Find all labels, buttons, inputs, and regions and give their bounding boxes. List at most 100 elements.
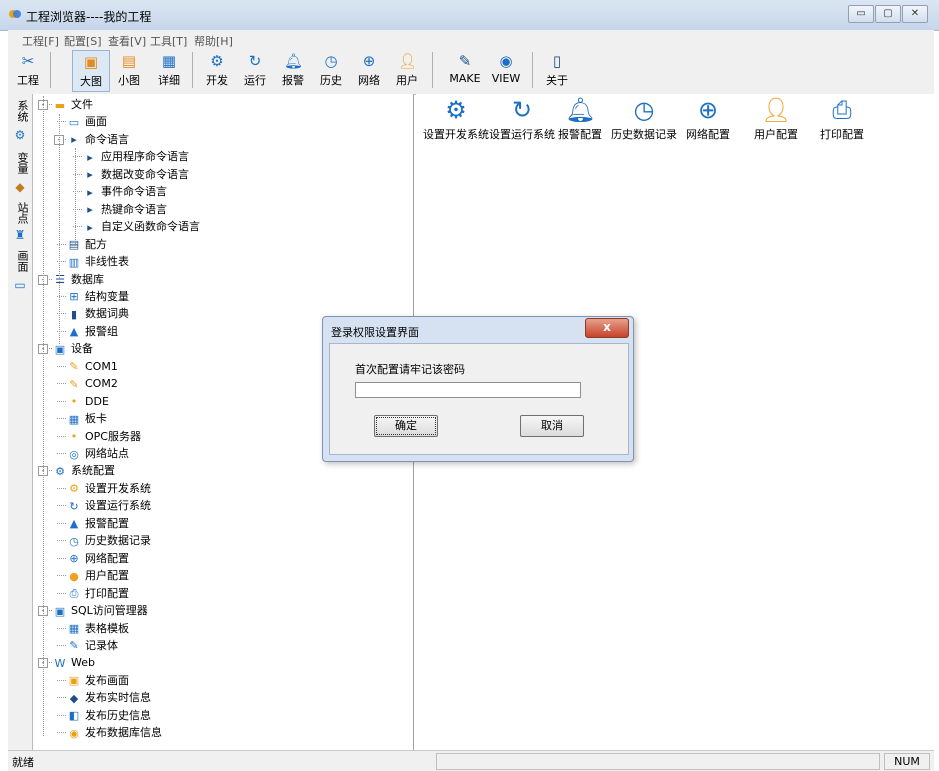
command-icon: ▸ <box>87 185 93 199</box>
tree-item[interactable]: ▸ 应用程序命令语言 <box>83 148 189 165</box>
close-window-button[interactable]: ✕ <box>902 5 928 23</box>
tree-item[interactable]: ▭ 画面 <box>67 113 107 130</box>
tree-connector <box>57 487 66 489</box>
tree-item-label: SQL访问管理器 <box>71 604 148 618</box>
toolbar-network-button[interactable]: ⊕ 网络 <box>354 50 384 90</box>
database-icon: ☰ <box>55 273 65 286</box>
tree-item[interactable]: ⊞ 结构变量 <box>67 288 129 305</box>
tree-item[interactable]: ✎ COM2 <box>67 375 117 392</box>
toolbar-view-button[interactable]: ◉ VIEW <box>488 50 524 90</box>
struct-icon: ⊞ <box>69 290 79 304</box>
tree-item[interactable]: ◷ 历史数据记录 <box>67 532 151 549</box>
tree-item-label: 数据库 <box>71 272 104 286</box>
tree-item[interactable]: ▣ 发布画面 <box>67 672 129 689</box>
toolbar-separator <box>50 52 51 88</box>
minimize-button[interactable]: ▭ <box>848 5 874 23</box>
tree-item-label: 板卡 <box>85 412 107 426</box>
ok-button[interactable]: 确定 <box>374 415 438 437</box>
toolbar-make-button[interactable]: ✎ MAKE <box>446 50 484 90</box>
tab-system[interactable]: 系统 <box>10 100 30 122</box>
menu-project[interactable]: 工程[F] <box>22 33 59 49</box>
tree-item[interactable]: ◎ 网络站点 <box>67 445 129 462</box>
tree-item[interactable]: ▸ 事件命令语言 <box>83 183 167 200</box>
tree-item[interactable]: ↻ 设置运行系统 <box>67 497 151 514</box>
tree-connector <box>57 383 66 385</box>
tree-item[interactable]: ▥ 非线性表 <box>67 253 129 270</box>
command-icon: ▸ <box>87 150 93 164</box>
menu-config[interactable]: 配置[S] <box>64 33 102 49</box>
tree-item[interactable]: ✎ 记录体 <box>67 637 118 654</box>
tree-item[interactable]: ◆ 发布实时信息 <box>67 689 151 706</box>
toolbar-run-button[interactable]: ↻ 运行 <box>240 50 270 90</box>
toolbar-about-button[interactable]: ▯ 关于 <box>542 50 572 90</box>
details-icon: ▦ <box>161 52 177 70</box>
run-icon: ↻ <box>69 499 79 513</box>
screen-icon: ▭ <box>68 115 80 129</box>
tree-item[interactable]: ▮ 数据词典 <box>67 305 129 322</box>
tree-item-label: 发布实时信息 <box>85 691 151 705</box>
tab-sites[interactable]: 站点 <box>10 202 30 224</box>
item-print-config[interactable]: ⎙ 打印配置 <box>804 96 880 142</box>
toolbar-history-button[interactable]: ◷ 历史 <box>316 50 346 90</box>
sql-icon: ▣ <box>54 604 66 618</box>
command-icon: ▸ <box>87 203 93 217</box>
item-user-config[interactable]: 👤︎ 用户配置 <box>738 96 814 142</box>
toolbar-label: 运行 <box>244 74 266 87</box>
item-network-config[interactable]: ⊕ 网络配置 <box>670 96 746 142</box>
toolbar-label: 大图 <box>80 75 102 88</box>
tree-item[interactable]: ▣ SQL访问管理器 <box>53 602 148 619</box>
publish-screen-icon: ▣ <box>68 674 80 688</box>
device-icon: ▣ <box>54 342 66 356</box>
maximize-button[interactable]: ▢ <box>875 5 901 23</box>
tree-item[interactable]: ▸ 命令语言 <box>67 131 129 148</box>
tree-item[interactable]: ✎ COM1 <box>67 358 117 375</box>
toolbar-large-icons-button[interactable]: ▣ 大图 <box>72 50 110 92</box>
tree-item[interactable]: W Web <box>53 654 95 671</box>
cancel-button[interactable]: 取消 <box>520 415 584 437</box>
variables-cube-icon: ◆ <box>15 180 25 194</box>
menu-help[interactable]: 帮助[H] <box>194 33 233 49</box>
tree-item[interactable]: ▤ 配方 <box>67 236 107 253</box>
toolbar-user-button[interactable]: 👤︎ 用户 <box>392 50 422 90</box>
tree-item[interactable]: ⎙ 打印配置 <box>67 585 129 602</box>
menu-view[interactable]: 查看[V] <box>108 33 146 49</box>
serial-port-icon: ✎ <box>69 360 79 374</box>
password-input[interactable] <box>355 382 581 398</box>
tree-item[interactable]: ▦ 板卡 <box>67 410 107 427</box>
tree-item-label: 发布画面 <box>85 673 129 687</box>
tree-item[interactable]: • DDE <box>67 393 109 410</box>
tree-item[interactable]: ▦ 表格模板 <box>67 620 129 637</box>
toolbar-details-button[interactable]: ▦ 详细 <box>154 50 184 90</box>
dialog-close-button[interactable]: x <box>585 318 629 338</box>
tree-item[interactable]: ⚙ 设置开发系统 <box>67 480 151 497</box>
develop-gear-icon: ⚙ <box>445 96 467 124</box>
tree-item[interactable]: ▲ 报警配置 <box>67 515 129 532</box>
toolbar-project-button[interactable]: ✂ 工程 <box>12 50 44 90</box>
tree-item[interactable]: • OPC服务器 <box>67 428 141 445</box>
toolbar-small-icons-button[interactable]: ▤ 小图 <box>114 50 144 90</box>
password-prompt-label: 首次配置请牢记该密码 <box>355 363 465 376</box>
tree-item[interactable]: ☰ 数据库 <box>53 271 104 288</box>
tree-item[interactable]: ◧ 发布历史信息 <box>67 707 151 724</box>
tree-item[interactable]: ⊕ 网络配置 <box>67 550 129 567</box>
tree-item[interactable]: ▬ 文件 <box>53 96 93 113</box>
tree-item[interactable]: ▸ 数据改变命令语言 <box>83 166 189 183</box>
toolbar-alarm-button[interactable]: 🔔︎ 报警 <box>278 50 308 90</box>
toolbar-label: 网络 <box>358 74 380 87</box>
tree-item[interactable]: ▸ 自定义函数命令语言 <box>83 218 200 235</box>
network-site-icon: ◎ <box>69 447 79 461</box>
tree-connector <box>57 644 66 646</box>
publish-history-icon: ◧ <box>68 709 80 723</box>
tab-screens[interactable]: 画面 <box>10 250 30 272</box>
tree-item[interactable]: ⚙ 系统配置 <box>53 462 115 479</box>
tree-item[interactable]: ● 用户配置 <box>67 567 129 584</box>
opc-icon: • <box>70 430 78 444</box>
tab-variables[interactable]: 变量 <box>10 152 30 174</box>
tree-item[interactable]: ◉ 发布数据库信息 <box>67 724 162 741</box>
tree-item[interactable]: ▸ 热键命令语言 <box>83 201 167 218</box>
item-dev-system[interactable]: ⚙ 设置开发系统 <box>418 96 494 142</box>
toolbar-develop-button[interactable]: ⚙ 开发 <box>202 50 232 90</box>
menu-tools[interactable]: 工具[T] <box>150 33 187 49</box>
title-bar[interactable]: 工程浏览器----我的工程 ▭ ▢ ✕ <box>0 0 939 31</box>
tree-item[interactable]: ▲ 报警组 <box>67 323 118 340</box>
